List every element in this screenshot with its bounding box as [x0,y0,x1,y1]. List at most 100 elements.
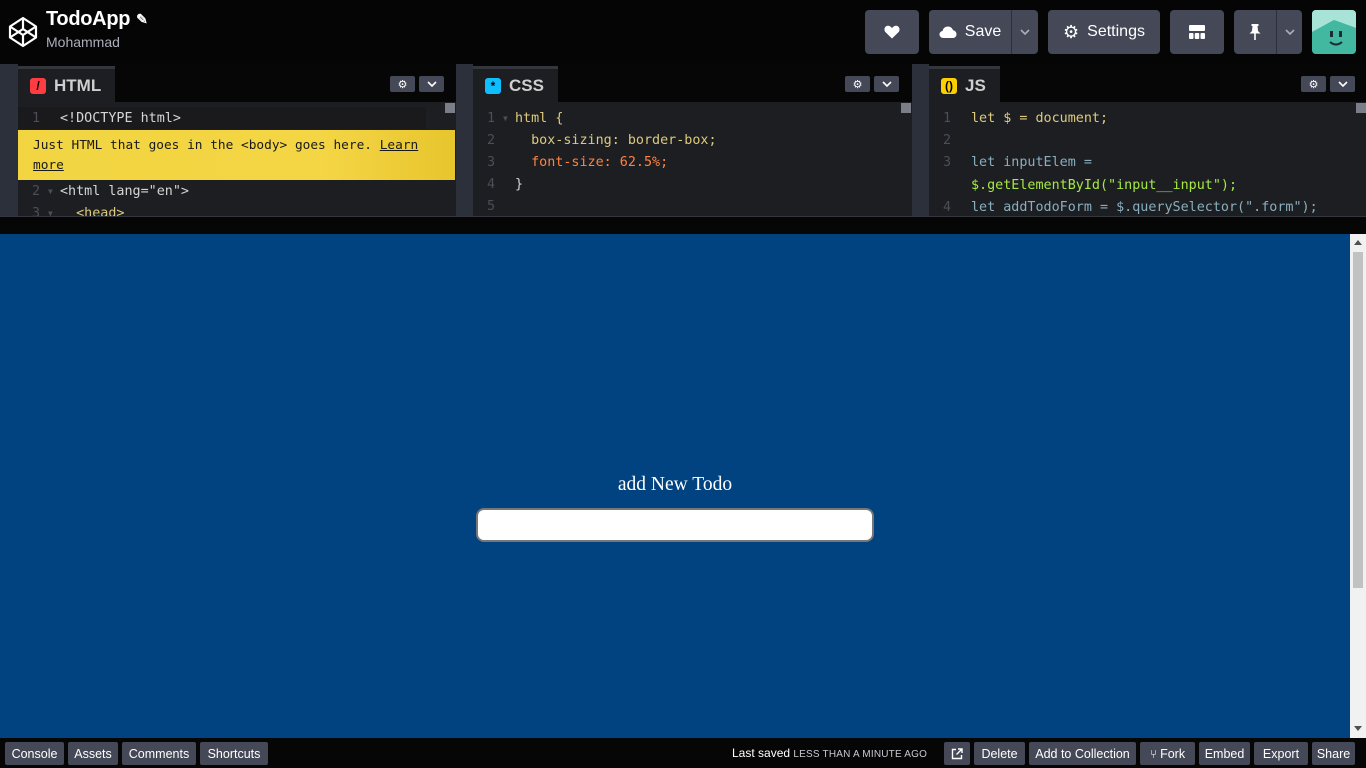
todo-input[interactable] [476,508,874,542]
code-line: 5 [473,195,515,216]
embed-button[interactable]: Embed [1199,742,1250,765]
css-code-area[interactable]: 1 ▼ html { 2 box-sizing: border-box; 3 f… [473,102,912,216]
save-options-dropdown[interactable] [1011,10,1038,54]
layout-grid-icon [1189,25,1205,39]
share-button[interactable]: Share [1312,742,1355,765]
settings-button[interactable]: ⚙ Settings [1048,10,1160,54]
fold-arrow-icon[interactable]: ▼ [48,209,60,217]
code-text: $.getElementById("input__input"); [971,177,1238,193]
code-text: let $ = document; [971,110,1109,126]
cloud-icon [939,26,957,38]
settings-button-label: Settings [1087,23,1145,40]
comments-button[interactable]: Comments [122,742,196,765]
scrollbar-thumb[interactable] [1353,252,1363,588]
js-code-area[interactable]: 1 let $ = document; 2 3 let inputElem = … [929,102,1366,216]
js-settings-button[interactable]: ⚙ [1301,76,1326,92]
css-editor: * CSS ⚙ 1 ▼ html { 2 box-sizing: border-… [473,64,912,216]
line-number: 1 [31,110,40,126]
code-text: font-size: 62.5%; [515,154,669,170]
editor-scrollbar[interactable] [1356,103,1366,113]
code-text: box-sizing: border-box; [515,132,717,148]
html-collapse-button[interactable] [419,76,444,92]
pen-title-area: TodoApp ✎ Mohammad [46,8,148,50]
css-editor-tab[interactable]: * CSS [473,66,558,102]
scroll-up-icon[interactable] [1354,240,1362,245]
line-number: 4 [486,176,495,192]
bottom-bar: Console Assets Comments Shortcuts Last s… [0,738,1366,768]
css-settings-button[interactable]: ⚙ [845,76,870,92]
gear-icon: ⚙ [852,78,863,91]
user-avatar[interactable] [1312,10,1356,54]
html-editor-header: / HTML ⚙ [18,64,456,102]
editor-scrollbar[interactable] [901,103,911,113]
pen-author[interactable]: Mohammad [46,34,148,50]
code-text: let addTodoForm = $.querySelector(".form… [971,199,1318,215]
open-in-new-window-button[interactable] [944,742,970,765]
css-editor-title: CSS [509,75,544,95]
top-bar: TodoApp ✎ Mohammad Save ⚙ Settings [0,0,1366,64]
html-icon: / [30,77,46,94]
line-number: 3 [942,154,951,170]
html-editor-title: HTML [54,75,102,95]
code-line: 2 box-sizing: border-box; [473,129,717,151]
gear-icon: ⚙ [1308,78,1319,91]
html-settings-button[interactable]: ⚙ [390,76,415,92]
pin-icon [1249,24,1261,40]
assets-button[interactable]: Assets [68,742,118,765]
last-saved-status: Last saved LESS THAN A MINUTE AGO [732,746,927,760]
line-number: 2 [942,132,951,148]
codepen-logo-icon[interactable] [8,16,38,48]
line-number: 5 [486,198,495,214]
export-button[interactable]: Export [1254,742,1308,765]
code-text: html { [515,110,564,126]
save-button-label: Save [964,23,1002,40]
edit-pencil-icon[interactable]: ✎ [136,11,148,28]
preview-scrollbar[interactable] [1350,234,1366,738]
chevron-down-icon [881,81,892,87]
css-collapse-button[interactable] [874,76,899,92]
code-line: 1 let $ = document; [929,107,1108,129]
code-line: 4 } [473,173,523,195]
css-icon: * [485,77,501,94]
editor-scrollbar[interactable] [445,103,455,113]
preview-resizer[interactable] [0,216,1366,234]
fold-arrow-icon[interactable]: ▼ [503,114,515,123]
pin-button[interactable] [1234,10,1276,54]
pin-options-dropdown[interactable] [1276,10,1302,54]
code-line: $.getElementById("input__input"); [929,174,1237,196]
last-saved-time: LESS THAN A MINUTE AGO [793,749,928,760]
line-number: 1 [486,110,495,126]
fold-arrow-icon[interactable]: ▼ [48,187,60,196]
code-line: 2 ▼ <html lang="en"> [18,180,189,202]
shortcuts-button[interactable]: Shortcuts [200,742,268,765]
chevron-down-icon [1337,81,1348,87]
line-number: 3 [31,205,40,217]
code-line: 2 [929,129,971,151]
html-editor-hint: Just HTML that goes in the <body> goes h… [18,130,455,180]
scroll-down-icon[interactable] [1354,726,1362,731]
js-editor-tab[interactable]: () JS [929,66,1000,102]
change-view-button[interactable] [1170,10,1224,54]
fork-button-label: Fork [1160,746,1186,761]
avatar-face-icon [1312,10,1356,54]
heart-icon [884,25,900,39]
chevron-down-icon [426,81,437,87]
line-number: 4 [942,199,951,215]
html-editor-tab[interactable]: / HTML [18,66,116,102]
delete-button[interactable]: Delete [974,742,1025,765]
fork-button[interactable]: ⑂ Fork [1140,742,1195,765]
hint-text: Just HTML that goes in the <body> goes h… [33,138,380,153]
code-text: <!DOCTYPE html> [60,110,181,126]
pen-title[interactable]: TodoApp [46,8,130,31]
love-button[interactable] [865,10,919,54]
code-text: <html lang="en"> [60,183,189,199]
add-to-collection-button[interactable]: Add to Collection [1029,742,1136,765]
save-button[interactable]: Save [929,10,1011,54]
code-line: 3 font-size: 62.5%; [473,151,668,173]
code-line: 1 ▼ html { [473,107,563,129]
external-link-icon [951,747,963,759]
chevron-down-icon [1284,29,1295,35]
fork-icon: ⑂ [1149,746,1158,761]
js-collapse-button[interactable] [1330,76,1355,92]
console-button[interactable]: Console [5,742,64,765]
